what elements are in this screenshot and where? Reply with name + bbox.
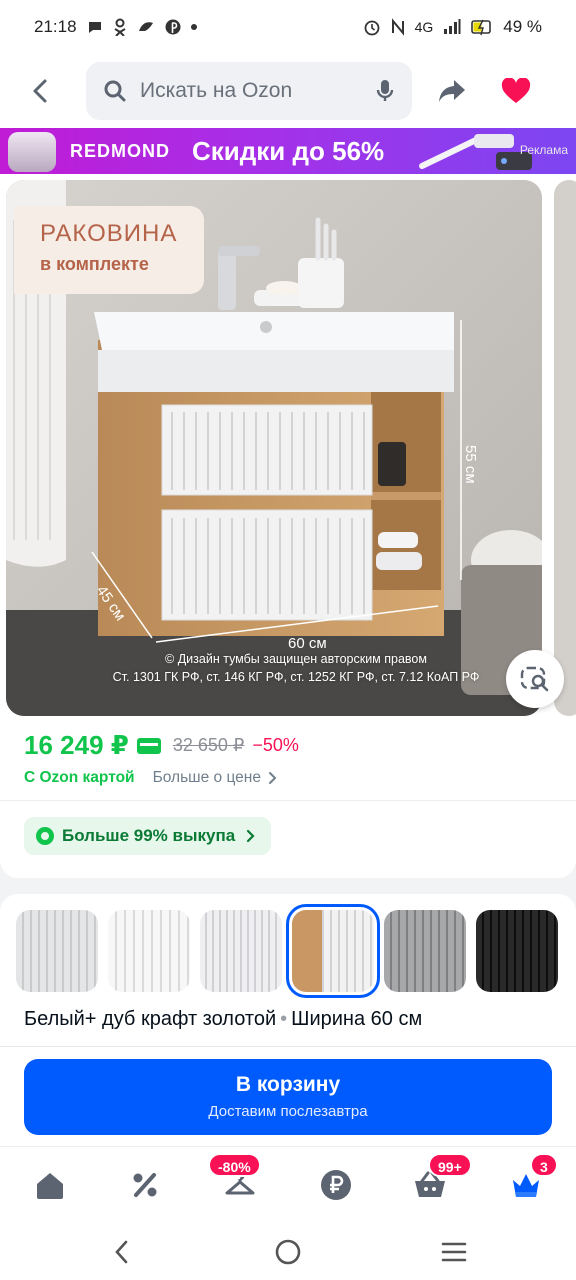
system-home-icon	[275, 1239, 301, 1265]
badge-line2: в комплекте	[40, 254, 149, 274]
tab-fashion[interactable]: -80%	[208, 1153, 261, 1205]
old-price: 32 650 ₽	[172, 735, 245, 755]
cart-badge: 99+	[428, 1153, 472, 1177]
promo-appliance-image	[419, 134, 532, 170]
tab-profile[interactable]: 3	[506, 1153, 558, 1205]
ozon-card-label: С Ozon картой	[24, 769, 135, 786]
chevron-right-icon	[268, 772, 277, 784]
ad-label: Реклама	[519, 143, 568, 157]
status-bar: 21:18 4G 49 %	[0, 0, 576, 54]
next-photo-preview[interactable]	[554, 180, 576, 716]
variant-swatch[interactable]	[476, 910, 558, 992]
promo-brand: REDMOND	[70, 140, 170, 161]
image-search-button[interactable]	[506, 650, 564, 708]
heart-icon	[501, 78, 531, 103]
promo-banner[interactable]: REDMOND Скидки до 56% Реклама	[0, 128, 576, 174]
tab-home[interactable]	[30, 1165, 70, 1205]
copyright-line1: © Дизайн тумбы защищен авторским правом	[165, 652, 427, 666]
variant-swatches	[16, 904, 558, 998]
tab-finance[interactable]	[316, 1165, 356, 1205]
home-icon	[37, 1173, 63, 1199]
percent-icon	[133, 1173, 157, 1197]
ozon-card-icon	[136, 737, 161, 754]
system-recents-icon	[441, 1242, 467, 1262]
nfc-icon	[391, 18, 404, 36]
status-system-icons: 4G 49 %	[363, 17, 542, 37]
variant-swatch[interactable]	[108, 910, 190, 992]
copyright-line2: Ст. 1301 ГК РФ, ст. 146 КГ РФ, ст. 1252 …	[112, 670, 480, 684]
variant-description: Белый+ дуб крафт золотой • Ширина 60 см	[24, 1008, 422, 1031]
profile-badge: 3	[530, 1153, 558, 1177]
chevron-right-icon	[247, 829, 255, 843]
system-recents-button[interactable]	[436, 1234, 472, 1270]
status-time: 21:18	[34, 17, 77, 36]
share-icon	[439, 80, 465, 102]
variant-color: Белый+ дуб крафт золотой	[24, 1008, 277, 1030]
variant-swatch[interactable]	[16, 910, 98, 992]
current-price: 16 249 ₽	[24, 730, 129, 760]
tab-cart[interactable]: 99+	[410, 1153, 472, 1205]
system-home-button[interactable]	[270, 1234, 306, 1270]
copyright-notice: © Дизайн тумбы защищен авторским правом …	[76, 650, 516, 686]
favorite-button[interactable]	[494, 69, 538, 113]
kettle-image	[8, 132, 56, 172]
system-back-icon	[115, 1240, 128, 1264]
battery-percent: 49 %	[503, 17, 542, 36]
fashion-badge: -80%	[208, 1153, 261, 1177]
chevron-left-icon	[33, 79, 47, 103]
status-notification-icons	[87, 18, 197, 36]
delivery-label: Доставим послезавтра	[208, 1103, 368, 1120]
variant-swatch[interactable]	[200, 910, 282, 992]
image-search-icon	[520, 666, 549, 692]
badge-line1: РАКОВИНА	[40, 220, 178, 247]
buyout-section: Больше 99% выкупа	[0, 800, 576, 878]
bottom-tab-bar: -80% 99+ 3	[0, 1146, 576, 1222]
ok-notification-icon	[114, 18, 126, 36]
system-back-button[interactable]	[104, 1234, 140, 1270]
buyout-label: Больше 99% выкупа	[62, 826, 236, 845]
sink-included-badge: РАКОВИНА в комплекте	[14, 206, 204, 294]
network-type: 4G	[414, 19, 434, 35]
search-placeholder: Искать на Ozon	[140, 79, 293, 102]
more-notifications-dot	[190, 24, 197, 30]
variants-section: Белый+ дуб крафт золотой • Ширина 60 см	[0, 894, 576, 1046]
price-section: 16 249 ₽ 32 650 ₽ −50% С Ozon картой Бол…	[0, 722, 576, 800]
add-to-cart-label: В корзину	[235, 1073, 341, 1096]
search-icon	[104, 80, 126, 102]
product-gallery: 55 см 60 см 45 см РАКОВИНА в комплекте ©…	[0, 174, 576, 722]
battery-icon	[471, 19, 492, 36]
signal-icon	[444, 19, 461, 34]
variant-separator: •	[280, 1008, 288, 1030]
product-photo[interactable]: 55 см 60 см 45 см РАКОВИНА в комплекте ©…	[6, 180, 542, 716]
variant-swatch[interactable]	[384, 910, 466, 992]
discount-percent: −50%	[252, 735, 299, 755]
variant-swatch-selected[interactable]	[286, 904, 380, 998]
cart-section: В корзину Доставим послезавтра	[0, 1046, 576, 1146]
microphone-icon[interactable]	[376, 79, 394, 103]
share-button[interactable]	[430, 69, 474, 113]
chat-notification-icon	[88, 22, 101, 33]
buyout-chip[interactable]: Больше 99% выкупа	[24, 817, 272, 855]
back-button[interactable]	[18, 69, 62, 113]
variant-width: Ширина 60 см	[291, 1008, 423, 1030]
top-header: Искать на Ozon	[0, 54, 576, 128]
search-field[interactable]: Искать на Ozon	[86, 62, 412, 120]
add-to-cart-button[interactable]: В корзину Доставим послезавтра	[24, 1059, 552, 1135]
system-navigation-bar	[0, 1222, 576, 1280]
pinterest-notification-icon	[165, 19, 181, 35]
alarm-icon	[364, 20, 379, 36]
promo-deal-text: Скидки до 56%	[192, 135, 385, 166]
buyout-icon	[36, 827, 54, 845]
tab-discounts[interactable]	[125, 1165, 165, 1205]
app-notification-icon	[138, 22, 153, 31]
ruble-icon	[321, 1170, 351, 1200]
more-about-price-link[interactable]: Больше о цене	[153, 769, 261, 787]
dimension-height: 55 см	[462, 445, 479, 484]
